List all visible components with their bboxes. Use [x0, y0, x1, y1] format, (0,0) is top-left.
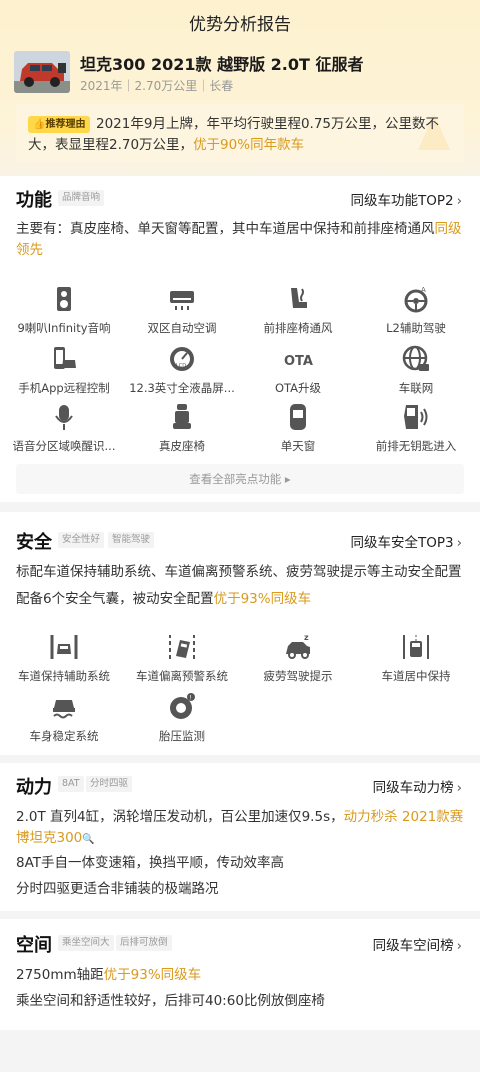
view-all-label: 查看全部亮点功能: [189, 472, 282, 486]
car-thumbnail[interactable]: [14, 51, 70, 93]
recommend-tag: 👍推荐理由: [28, 116, 91, 133]
power-desc-3: 分时四驱更适合非铺装的极端路况: [16, 881, 219, 897]
safety-item[interactable]: 车道保持辅助系统: [4, 632, 124, 684]
safety-desc-highlight: 优于93%同级车: [213, 591, 312, 607]
report-header: 优势分析报告 坦克300 2021款 越野版 2.0T 征服者 2021年｜2.…: [0, 0, 480, 176]
power-desc-2: 8AT手自一体变速箱，换挡平顺，传动效率高: [16, 855, 285, 871]
safety-badge: 智能驾驶: [108, 532, 155, 548]
safety-item[interactable]: 车身稳定系统: [4, 692, 124, 744]
safety-rank-link[interactable]: 同级车安全TOP3 ›: [350, 531, 462, 551]
space-desc-highlight: 优于93%同级车: [103, 967, 202, 983]
lane-departure-icon: [169, 635, 195, 659]
section-title-features: 功能: [16, 190, 52, 211]
sunroof-icon: [290, 404, 306, 430]
page-title: 优势分析报告: [189, 15, 291, 35]
features-card: 功能 品牌音响 同级车功能TOP2 › 主要有：真皮座椅、单天窗等配置，其中车道居…: [0, 176, 480, 502]
safety-item[interactable]: ! 胎压监测: [122, 692, 242, 744]
svg-text:z: z: [304, 633, 309, 642]
car-name: 坦克300 2021款 越野版 2.0T 征服者: [80, 55, 364, 74]
recommend-highlight: 优于90%同年款车: [193, 137, 305, 153]
space-rank-label: 同级车空间榜: [372, 938, 454, 954]
power-rank-label: 同级车动力榜: [372, 780, 454, 796]
safety-item[interactable]: 车道居中保持: [356, 632, 476, 684]
leather-seat-icon: [173, 404, 191, 429]
space-desc-2: 乘坐空间和舒适性较好，后排可40:60比例放倒座椅: [16, 993, 325, 1009]
feature-item[interactable]: A L2辅助驾驶: [356, 284, 476, 336]
chevron-right-icon: ›: [456, 193, 462, 209]
safety-item[interactable]: 车道偏离预警系统: [122, 632, 242, 684]
safety-card: 安全 安全性好 智能驾驶 同级车安全TOP3 › 标配车道保持辅助系统、车道偏离预…: [0, 512, 480, 755]
features-rank-label: 同级车功能TOP2: [350, 193, 454, 209]
svg-text:LCD: LCD: [176, 363, 186, 369]
svg-text:A: A: [421, 286, 426, 294]
section-title-power: 动力: [16, 777, 52, 798]
power-badge: 分时四驱: [86, 776, 133, 792]
features-badge: 品牌音响: [58, 190, 105, 206]
chevron-right-icon: ›: [456, 938, 462, 954]
safety-desc-1: 标配车道保持辅助系统、车道偏离预警系统、疲劳驾驶提示等主动安全配置: [16, 564, 462, 580]
tire-pressure-icon: !: [170, 693, 195, 719]
feature-item[interactable]: 车联网: [356, 344, 476, 396]
globe-icon: [402, 345, 429, 371]
microphone-icon: [55, 405, 73, 430]
power-badge: 8AT: [58, 776, 84, 792]
power-desc-1: 2.0T 直列4缸，涡轮增压发动机，百公里加速仅9.5s，: [16, 809, 344, 825]
recommend-tag-label: 推荐理由: [45, 119, 86, 130]
ota-icon: OTA: [284, 354, 313, 369]
feature-item[interactable]: 9喇叭Infinity音响: [4, 284, 124, 336]
lane-center-icon: [403, 635, 429, 659]
seat-ventilation-icon: [291, 288, 307, 308]
keyless-door-icon: [404, 405, 428, 429]
section-title-space: 空间: [16, 935, 52, 956]
section-title-safety: 安全: [16, 532, 52, 553]
space-desc-1: 2750mm轴距: [16, 967, 104, 983]
feature-item[interactable]: 前排座椅通风: [238, 284, 358, 336]
safety-item[interactable]: z 疲劳驾驶提示: [238, 632, 358, 684]
space-card: 空间 乘坐空间大 后排可放倒 同级车空间榜 › 2750mm轴距优于93%同级车 …: [0, 919, 480, 1030]
space-badge: 乘坐空间大: [58, 935, 114, 951]
feature-item[interactable]: 真皮座椅: [122, 402, 242, 454]
speaker-icon: [57, 287, 71, 311]
svg-text:OTA: OTA: [284, 354, 313, 369]
chevron-right-icon: ›: [456, 780, 462, 796]
recommend-box: 2021年9月上牌，年平均行驶里程0.75万公里，公里数不大，表显里程2.70万…: [16, 104, 464, 162]
feature-item[interactable]: 语音分区域唤醒识...: [4, 402, 124, 454]
feature-item[interactable]: 前排无钥匙进入: [356, 402, 476, 454]
features-rank-link[interactable]: 同级车功能TOP2 ›: [350, 189, 462, 209]
phone-remote-icon: [54, 347, 76, 369]
svg-text:!: !: [190, 695, 192, 702]
feature-item[interactable]: 单天窗: [238, 402, 358, 454]
thumb-up-icon: 👍: [33, 119, 46, 130]
space-rank-link[interactable]: 同级车空间榜 ›: [373, 934, 462, 954]
power-card: 动力 8AT 分时四驱 同级车动力榜 › 2.0T 直列4缸，涡轮增压发动机，百公…: [0, 763, 480, 911]
fatigue-icon: z: [286, 633, 310, 659]
stability-icon: [53, 700, 75, 719]
car-meta: 2021年｜2.70万公里｜长春: [80, 79, 234, 93]
features-desc: 主要有：真皮座椅、单天窗等配置，其中车道居中保持和前排座椅通风: [16, 221, 435, 237]
feature-item[interactable]: 手机App远程控制: [4, 344, 124, 396]
safety-rank-label: 同级车安全TOP3: [350, 535, 454, 551]
view-all-features-button[interactable]: 查看全部亮点功能 ▸: [16, 464, 464, 494]
power-rank-link[interactable]: 同级车动力榜 ›: [373, 776, 462, 796]
space-badge: 后排可放倒: [116, 935, 172, 951]
feature-item[interactable]: OTA OTA升级: [238, 344, 358, 396]
caret-right-icon: ▸: [281, 472, 291, 486]
feature-item[interactable]: 双区自动空调: [122, 284, 242, 336]
safety-badge: 安全性好: [58, 532, 105, 548]
lane-keep-icon: [50, 635, 78, 659]
search-icon[interactable]: 🔍: [82, 834, 94, 845]
air-conditioner-icon: [170, 291, 194, 310]
steering-assist-icon: A: [404, 286, 428, 313]
safety-desc-2: 配备6个安全气囊，被动安全配置: [16, 591, 214, 607]
lcd-gauge-icon: LCD: [170, 347, 194, 371]
feature-item[interactable]: LCD 12.3英寸全液晶屏...: [122, 344, 242, 396]
chevron-right-icon: ›: [456, 535, 462, 551]
